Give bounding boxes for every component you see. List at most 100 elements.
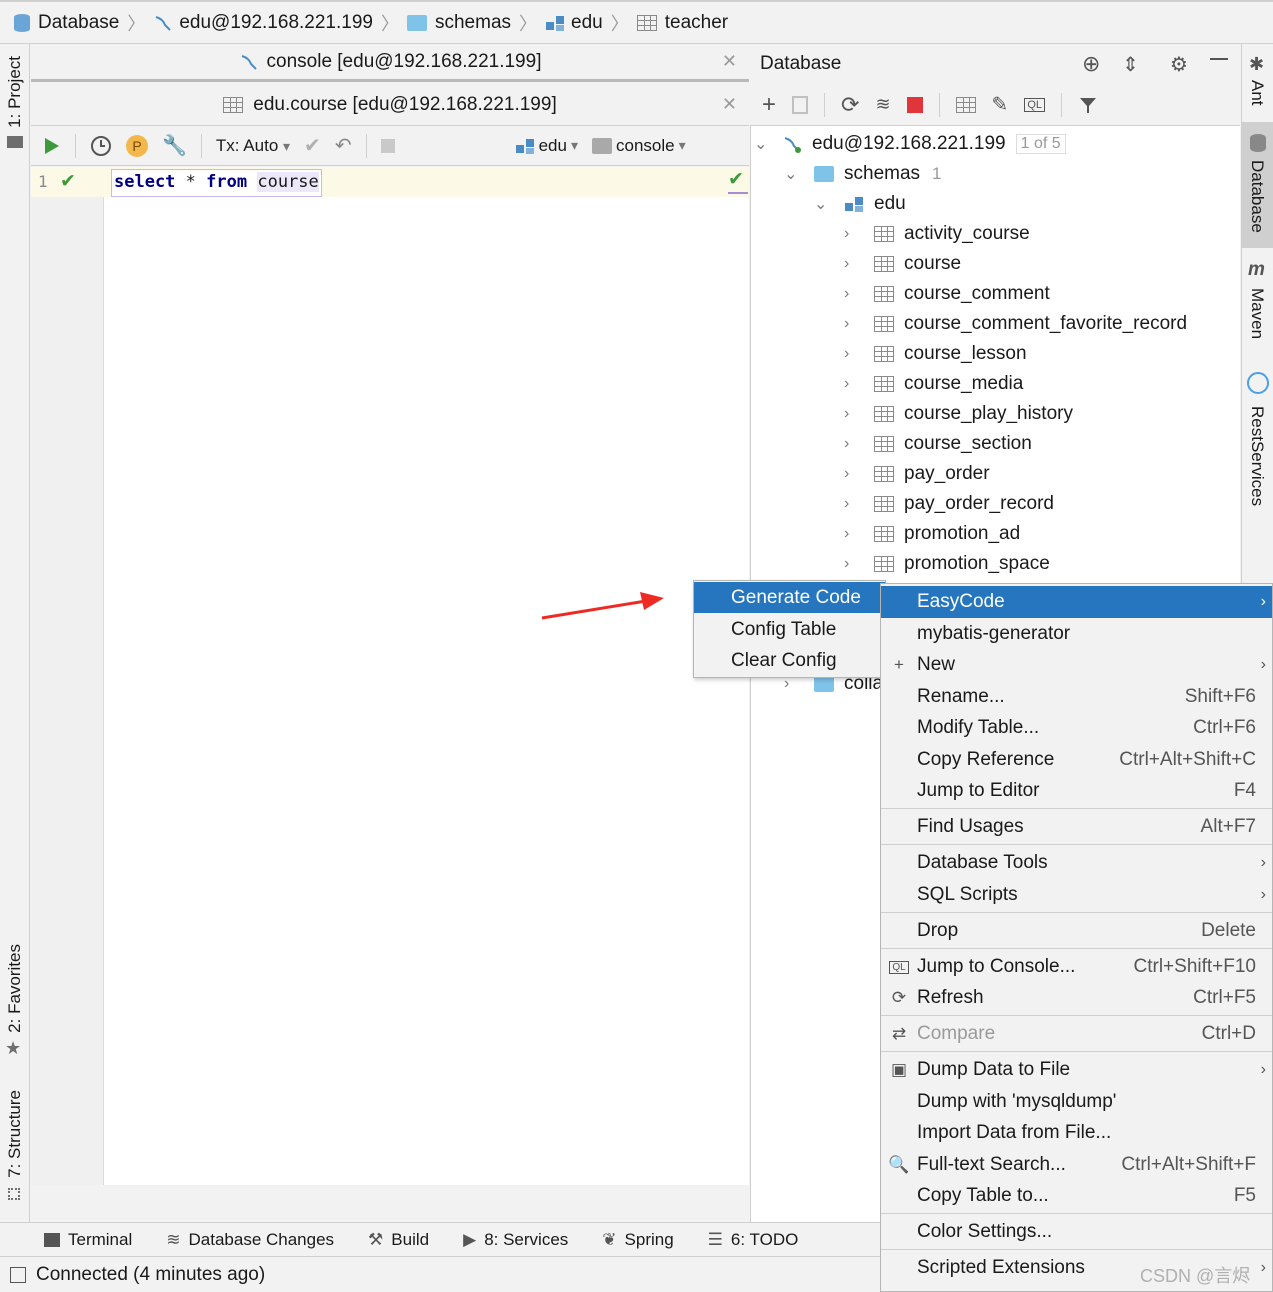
tree-schema-edu[interactable]: ⌄ edu (814, 189, 906, 219)
breadcrumb-edu[interactable]: edu (545, 12, 603, 34)
chevron-right-icon: › (844, 525, 850, 542)
menu-item-refresh[interactable]: ⟳ Refresh Ctrl+F5 (881, 982, 1272, 1014)
ant-tool-button[interactable]: Ant (1247, 80, 1267, 106)
close-icon[interactable]: ✕ (722, 51, 737, 72)
add-icon[interactable]: + (762, 91, 776, 119)
database-panel-header: Database ⊕ ⇕ ⚙ (750, 44, 1240, 84)
menu-item-generate-code[interactable]: Generate Code (694, 582, 885, 613)
menu-item-import-data-from-file[interactable]: Import Data from File... (881, 1117, 1272, 1149)
menu-item-compare[interactable]: ⇄ Compare Ctrl+D (881, 1018, 1272, 1050)
menu-item-new[interactable]: + New › (881, 649, 1272, 681)
tab-console[interactable]: console [edu@192.168.221.199] ✕ (31, 44, 749, 82)
tree-table-row[interactable]: › course_lesson (844, 339, 1027, 369)
menu-item-dump-with-mysqldump[interactable]: Dump with 'mysqldump' (881, 1086, 1272, 1118)
rest-services-tool-button[interactable]: RestServices (1247, 406, 1267, 506)
menu-item-mybatis-generator[interactable]: mybatis-generator (881, 618, 1272, 650)
tree-table-row[interactable]: › activity_course (844, 219, 1030, 249)
menu-item-label: Full-text Search... (917, 1154, 1066, 1175)
tree-table-row[interactable]: › course_media (844, 369, 1023, 399)
gear-icon[interactable]: ⚙ (1170, 52, 1188, 77)
breadcrumb-teacher[interactable]: teacher (636, 11, 729, 34)
breadcrumb-label: teacher (664, 11, 729, 33)
favorites-tool-button[interactable]: 2: Favorites (5, 944, 25, 1033)
menu-item-dump-data-to-file[interactable]: ▣ Dump Data to File › (881, 1054, 1272, 1086)
edit-icon[interactable]: ✎ (992, 92, 1009, 117)
table-view-icon[interactable] (955, 96, 976, 113)
menu-item-copy-table-to[interactable]: Copy Table to... F5 (881, 1180, 1272, 1212)
collapse-icon[interactable]: ⇕ (1122, 52, 1139, 77)
minimize-icon[interactable] (1210, 58, 1228, 60)
tree-table-row[interactable]: › pay_order_record (844, 489, 1054, 519)
tree-connection[interactable]: ⌄ edu@192.168.221.199 1 of 5 (754, 129, 1066, 159)
tab-edu-course[interactable]: edu.course [edu@192.168.221.199] ✕ (31, 84, 749, 126)
tree-table-row[interactable]: › course_section (844, 429, 1032, 459)
tx-mode-dropdown[interactable]: Tx: Auto ▾ (216, 136, 290, 156)
search-icon: 🔍 (888, 1155, 910, 1174)
menu-item-easycode[interactable]: EasyCode › (881, 586, 1272, 618)
menu-item-config-table[interactable]: Config Table (694, 614, 885, 645)
tree-table-row[interactable]: › course_play_history (844, 399, 1073, 429)
breadcrumb-connection[interactable]: edu@192.168.221.199 (153, 12, 373, 34)
schema-icon (546, 15, 565, 31)
duplicate-icon[interactable] (792, 95, 809, 114)
layout-toggle-icon[interactable] (10, 1266, 26, 1283)
menu-item-sql-scripts[interactable]: SQL Scripts › (881, 879, 1272, 911)
menu-item-label: New (917, 654, 956, 675)
menu-item-clear-config[interactable]: Clear Config (694, 645, 885, 676)
chevron-right-icon: 〉 (610, 13, 629, 34)
menu-item-modify-table[interactable]: Modify Table... Ctrl+F6 (881, 712, 1272, 744)
chevron-right-icon: 〉 (127, 13, 146, 34)
build-tool-button[interactable]: ⚒ Build (368, 1230, 429, 1250)
tree-table-row[interactable]: › course_comment_favorite_record (844, 309, 1187, 339)
stop-icon[interactable] (906, 96, 923, 113)
menu-item-shortcut: F4 (1233, 780, 1256, 801)
menu-item-database-tools[interactable]: Database Tools › (881, 847, 1272, 879)
breadcrumb-schemas[interactable]: schemas (406, 12, 511, 34)
todo-tool-button[interactable]: ☰ 6: TODO (708, 1230, 799, 1250)
filter-icon[interactable] (1078, 95, 1098, 115)
code-editor[interactable] (104, 167, 749, 1185)
chevron-right-icon: › (844, 375, 850, 392)
breadcrumb-database[interactable]: Database (12, 12, 119, 34)
console-icon[interactable]: QL (1024, 97, 1045, 112)
maven-tool-button[interactable]: Maven (1247, 288, 1267, 339)
menu-item-drop[interactable]: Drop Delete (881, 915, 1272, 947)
menu-item-full-text-search[interactable]: 🔍 Full-text Search... Ctrl+Alt+Shift+F (881, 1149, 1272, 1181)
refresh-icon[interactable]: ⟳ (841, 92, 859, 118)
tree-schemas[interactable]: ⌄ schemas 1 (784, 159, 942, 189)
stop-icon[interactable] (380, 138, 395, 153)
tree-table-row[interactable]: › promotion_ad (844, 519, 1020, 549)
tree-table-row[interactable]: › course (844, 249, 961, 279)
menu-item-rename[interactable]: Rename... Shift+F6 (881, 681, 1272, 713)
spring-tool-button[interactable]: ❦ Spring (602, 1230, 673, 1250)
terminal-tool-button[interactable]: Terminal (44, 1230, 132, 1250)
tree-table-row[interactable]: › pay_order (844, 459, 990, 489)
services-tool-button[interactable]: ▶ 8: Services (463, 1230, 568, 1250)
menu-item-jump-to-console[interactable]: QL Jump to Console... Ctrl+Shift+F10 (881, 951, 1272, 983)
rollback-icon[interactable]: ↶ (335, 133, 352, 158)
database-changes-tool-button[interactable]: ≋ Database Changes (166, 1230, 334, 1250)
run-icon[interactable] (43, 136, 61, 156)
chevron-right-icon: › (844, 225, 850, 242)
database-tool-button[interactable]: Database (1247, 160, 1267, 233)
schema-dropdown[interactable]: edu ▾ (515, 136, 578, 156)
sql-statement[interactable]: select * from course (111, 169, 322, 197)
parameters-icon[interactable]: P (126, 134, 148, 157)
history-icon[interactable] (90, 135, 112, 157)
sync-schema-icon[interactable]: ≋ (875, 94, 890, 115)
project-tool-button[interactable]: 1: Project (5, 56, 25, 128)
menu-item-color-settings[interactable]: Color Settings... (881, 1216, 1272, 1248)
close-icon[interactable]: ✕ (722, 94, 737, 115)
tree-table-row[interactable]: › promotion_space (844, 549, 1050, 579)
menu-item-jump-to-editor[interactable]: Jump to Editor F4 (881, 775, 1272, 807)
commit-icon[interactable]: ✔ (304, 133, 321, 158)
wrench-icon[interactable]: 🔧 (162, 133, 187, 158)
menu-item-find-usages[interactable]: Find Usages Alt+F7 (881, 811, 1272, 843)
structure-tool-button[interactable]: 7: Structure (5, 1090, 25, 1178)
menu-item-copy-reference[interactable]: Copy Reference Ctrl+Alt+Shift+C (881, 744, 1272, 776)
target-icon[interactable]: ⊕ (1082, 51, 1100, 77)
editor-toolbar: P 🔧 Tx: Auto ▾ ✔ ↶ edu ▾ console ▾ (31, 126, 749, 166)
mysql-icon (241, 54, 257, 70)
session-dropdown[interactable]: console ▾ (591, 136, 686, 156)
tree-table-row[interactable]: › course_comment (844, 279, 1050, 309)
